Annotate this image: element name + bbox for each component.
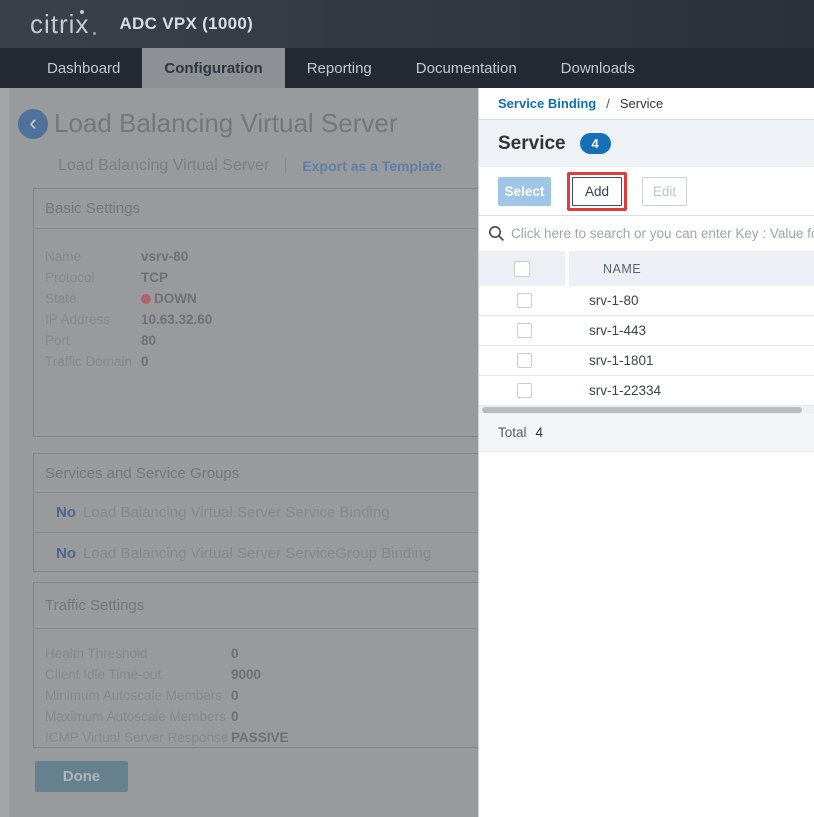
nav-tab-configuration[interactable]: Configuration <box>142 48 284 88</box>
horizontal-scrollbar-thumb[interactable] <box>482 407 802 413</box>
basic-settings-fields: Name vsrv-80 Protocol TCP State DOWN IP … <box>34 229 478 372</box>
service-name: srv-1-443 <box>569 323 814 338</box>
field-traffic-domain: Traffic Domain 0 <box>45 351 478 372</box>
field-port: Port 80 <box>45 330 478 351</box>
total-value: 4 <box>536 425 544 440</box>
row-checkbox-cell <box>479 293 569 308</box>
edit-button[interactable]: Edit <box>642 177 687 206</box>
search-bar <box>479 215 814 251</box>
done-button[interactable]: Done <box>35 761 128 792</box>
add-button[interactable]: Add <box>572 177 622 206</box>
app-header: citrix ADC VPX (1000) <box>0 0 814 48</box>
field-state: State DOWN <box>45 288 478 309</box>
breadcrumb: Service Binding / Service <box>479 88 814 120</box>
page-subheader: Load Balancing Virtual Server Export as … <box>58 157 442 175</box>
table-row[interactable]: srv-1-80 <box>479 286 814 316</box>
row-checkbox[interactable] <box>517 293 532 308</box>
table-row[interactable]: srv-1-22334 <box>479 376 814 406</box>
nav-tab-documentation[interactable]: Documentation <box>394 48 539 88</box>
search-input[interactable] <box>511 226 814 241</box>
nav-tab-downloads[interactable]: Downloads <box>539 48 657 88</box>
traffic-settings-title: Traffic Settings <box>34 583 478 629</box>
select-all-checkbox[interactable] <box>514 261 530 277</box>
name-column-header[interactable]: NAME <box>569 251 814 286</box>
panel-title: Service <box>498 133 566 155</box>
panel-title-bar: Service 4 <box>479 120 814 167</box>
horizontal-scrollbar <box>479 406 814 414</box>
field-icmp-response: ICMP Virtual Server Response PASSIVE <box>45 727 478 748</box>
page-left-edge <box>0 88 9 817</box>
breadcrumb-service-binding-link[interactable]: Service Binding <box>498 96 596 111</box>
back-button[interactable]: ‹ <box>18 109 48 139</box>
field-health-threshold: Health Threshold 0 <box>45 643 478 664</box>
product-title: ADC VPX (1000) <box>119 14 253 34</box>
breadcrumb-separator: / <box>606 96 610 111</box>
state-value: DOWN <box>154 291 197 306</box>
field-client-idle-timeout: Client Idle Time-out 9000 <box>45 664 478 685</box>
services-groups-title: Services and Service Groups <box>34 454 478 493</box>
row-checkbox-cell <box>479 323 569 338</box>
table-header-checkbox-cell <box>479 251 569 286</box>
count-badge: 4 <box>580 133 611 154</box>
table-row[interactable]: srv-1-443 <box>479 316 814 346</box>
traffic-settings-card: Traffic Settings Health Threshold 0 Clie… <box>33 582 478 748</box>
total-label: Total <box>498 425 527 440</box>
field-protocol: Protocol TCP <box>45 267 478 288</box>
field-min-autoscale: Minimum Autoscale Members 0 <box>45 685 478 706</box>
row-checkbox[interactable] <box>517 383 532 398</box>
breadcrumb-current: Service <box>620 96 663 111</box>
field-max-autoscale: Maximum Autoscale Members 0 <box>45 706 478 727</box>
service-name: srv-1-1801 <box>569 353 814 368</box>
main-nav: Dashboard Configuration Reporting Docume… <box>0 48 814 88</box>
app-window: citrix ADC VPX (1000) Dashboard Configur… <box>0 0 814 817</box>
field-ip-address: IP Address 10.63.32.60 <box>45 309 478 330</box>
table-header: NAME <box>479 251 814 286</box>
row-checkbox[interactable] <box>517 353 532 368</box>
servicegroup-binding-row[interactable]: No Load Balancing Virtual Server Service… <box>34 533 478 573</box>
service-name: srv-1-80 <box>569 293 814 308</box>
service-name: srv-1-22334 <box>569 383 814 398</box>
export-template-link[interactable]: Export as a Template <box>285 158 442 174</box>
logo-trademark-dot-icon <box>93 32 96 35</box>
lb-vserver-subtab[interactable]: Load Balancing Virtual Server <box>58 157 269 175</box>
page-title: Load Balancing Virtual Server <box>54 108 398 139</box>
back-arrow-icon: ‹ <box>29 112 36 134</box>
select-button[interactable]: Select <box>498 177 551 206</box>
field-name: Name vsrv-80 <box>45 246 478 267</box>
add-button-highlight-annotation: Add <box>567 172 627 211</box>
service-panel: Service Binding / Service Service 4 Sele… <box>478 88 814 817</box>
table-row[interactable]: srv-1-1801 <box>479 346 814 376</box>
service-binding-row[interactable]: No Load Balancing Virtual Server Service… <box>34 493 478 533</box>
citrix-logo[interactable]: citrix <box>30 11 89 37</box>
nav-tab-dashboard[interactable]: Dashboard <box>25 48 142 88</box>
row-checkbox[interactable] <box>517 323 532 338</box>
basic-settings-card: Basic Settings Name vsrv-80 Protocol TCP… <box>33 188 478 437</box>
nav-tab-reporting[interactable]: Reporting <box>285 48 394 88</box>
services-groups-card: Services and Service Groups No Load Bala… <box>33 453 478 572</box>
row-checkbox-cell <box>479 353 569 368</box>
traffic-settings-fields: Health Threshold 0 Client Idle Time-out … <box>34 629 478 748</box>
basic-settings-title: Basic Settings <box>34 189 478 229</box>
panel-toolbar: Select Add Edit <box>479 167 814 215</box>
lb-vserver-page-dimmed: ‹ Load Balancing Virtual Server Load Bal… <box>0 88 478 817</box>
down-status-icon <box>141 294 151 304</box>
row-checkbox-cell <box>479 383 569 398</box>
search-icon <box>488 225 505 242</box>
total-row: Total 4 <box>479 414 814 452</box>
